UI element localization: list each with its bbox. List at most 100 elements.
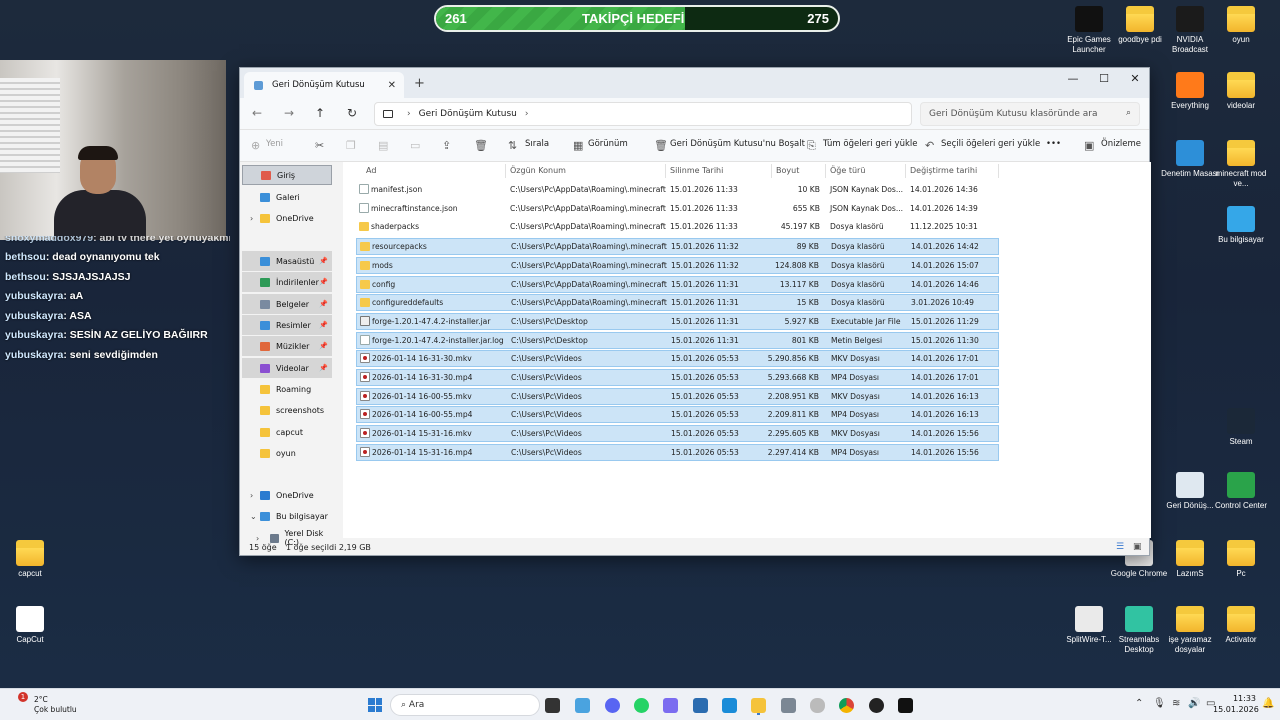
- column-divider[interactable]: [505, 164, 506, 178]
- paste-icon[interactable]: ▤: [378, 139, 388, 152]
- file-row[interactable]: forge-1.20.1-47.4.2-installer.jar C:\User…: [356, 312, 999, 330]
- chevron-down-icon[interactable]: ⌄: [250, 512, 257, 521]
- pin-icon[interactable]: 📌: [319, 364, 328, 372]
- file-row[interactable]: 2026-01-14 16-00-55.mkv C:\Users\Pc\Video…: [356, 387, 999, 405]
- tiles-view-icon[interactable]: ▣: [1133, 542, 1142, 552]
- desktop-icon-oyun[interactable]: oyun: [1211, 6, 1271, 45]
- desktop-icon-steam[interactable]: Steam: [1211, 408, 1271, 447]
- sidebar-item-müzikler[interactable]: Müzikler 📌: [242, 336, 332, 356]
- calculator-icon[interactable]: [781, 698, 796, 713]
- obs-icon[interactable]: [869, 698, 884, 713]
- close-tab-icon[interactable]: ✕: [388, 80, 396, 91]
- sidebar-item-capcut[interactable]: capcut: [242, 422, 332, 442]
- desktop-icon-bu-bilgisayar[interactable]: Bu bilgisayar: [1211, 206, 1271, 245]
- copilot-icon[interactable]: [663, 698, 678, 713]
- file-row[interactable]: configureddefaults C:\Users\Pc\AppData\Ro…: [356, 294, 999, 312]
- column-divider[interactable]: [998, 164, 999, 178]
- sidebar-item-i-ndirilenler[interactable]: İndirilenler 📌: [242, 272, 332, 292]
- sidebar-item-belgeler[interactable]: Belgeler 📌: [242, 294, 332, 314]
- details-view-icon[interactable]: ☰: [1116, 542, 1124, 552]
- mouse-app-icon[interactable]: [810, 698, 825, 713]
- empty-bin-button[interactable]: Geri Dönüşüm Kutusu'nu Boşalt: [670, 139, 805, 149]
- forward-arrow-icon[interactable]: →: [284, 106, 294, 120]
- preview-button[interactable]: Önizleme: [1101, 139, 1141, 149]
- column-divider[interactable]: [771, 164, 772, 178]
- sidebar-item-onedrive[interactable]: › OneDrive: [242, 485, 332, 505]
- sidebar-item-giriş[interactable]: Giriş: [242, 165, 332, 185]
- mail-icon[interactable]: [722, 698, 737, 713]
- new-tab-button[interactable]: +: [414, 76, 425, 91]
- sidebar-item-oyun[interactable]: oyun: [242, 443, 332, 463]
- copy-icon[interactable]: ❐: [346, 139, 356, 152]
- cut-icon[interactable]: ✂: [315, 139, 324, 152]
- column-header[interactable]: Ad: [366, 166, 376, 175]
- refresh-icon[interactable]: ↻: [347, 106, 357, 120]
- pin-icon[interactable]: 📌: [319, 300, 328, 308]
- capcut-icon[interactable]: [898, 698, 913, 713]
- widgets-icon[interactable]: [575, 698, 590, 713]
- desktop-icon-videolar[interactable]: videolar: [1211, 72, 1271, 111]
- delete-icon[interactable]: 🗑: [474, 139, 488, 152]
- sidebar-item-screenshots[interactable]: screenshots: [242, 400, 332, 420]
- whatsapp-icon[interactable]: [634, 698, 649, 713]
- restore-selected-button[interactable]: Seçili öğeleri geri yükle: [941, 139, 1040, 149]
- share-icon[interactable]: ⇪: [442, 139, 451, 152]
- wifi-icon[interactable]: ≋: [1172, 698, 1180, 709]
- tab-recycle-bin[interactable]: Geri Dönüşüm Kutusu ✕: [244, 72, 404, 98]
- clock-time[interactable]: 11:33: [1220, 694, 1256, 703]
- chrome-icon[interactable]: [839, 698, 854, 713]
- file-explorer-icon[interactable]: [751, 698, 766, 713]
- sidebar-item-videolar[interactable]: Videolar 📌: [242, 358, 332, 378]
- sidebar-item-resimler[interactable]: Resimler 📌: [242, 315, 332, 335]
- file-row[interactable]: 2026-01-14 16-31-30.mkv C:\Users\Pc\Video…: [356, 350, 999, 368]
- volume-icon[interactable]: 🔊: [1188, 698, 1200, 709]
- desktop-icon-pc[interactable]: Pc: [1211, 540, 1271, 579]
- column-header[interactable]: Boyut: [776, 166, 799, 175]
- notifications-icon[interactable]: 🔔: [1262, 698, 1274, 709]
- column-header[interactable]: Özgün Konum: [510, 166, 566, 175]
- rename-icon[interactable]: ▭: [410, 139, 420, 152]
- chevron-right-icon[interactable]: ›: [250, 214, 253, 223]
- tray-overflow-icon[interactable]: ⌃: [1135, 698, 1143, 709]
- desktop-icon-activator[interactable]: Activator: [1211, 606, 1271, 645]
- microphone-icon[interactable]: 🎙: [1153, 698, 1166, 709]
- up-arrow-icon[interactable]: ↑: [315, 106, 325, 120]
- file-row[interactable]: 2026-01-14 15-31-16.mkv C:\Users\Pc\Video…: [356, 425, 999, 443]
- discord-icon[interactable]: [605, 698, 620, 713]
- column-header[interactable]: Silinme Tarihi: [670, 166, 723, 175]
- weather-temp[interactable]: 2°C: [34, 695, 48, 704]
- column-header[interactable]: Öğe türü: [830, 166, 865, 175]
- desktop-icon-control-center[interactable]: Control Center: [1211, 472, 1271, 511]
- back-arrow-icon[interactable]: ←: [252, 106, 262, 120]
- search-input[interactable]: Geri Dönüşüm Kutusu klasöründe ara ⌕: [920, 102, 1140, 126]
- desktop-icon-minecraft-mod-ve-[interactable]: minecraft mod ve...: [1211, 140, 1271, 189]
- restore-all-button[interactable]: Tüm öğeleri geri yükle: [823, 139, 917, 149]
- file-row[interactable]: resourcepacks C:\Users\Pc\AppData\Roaming…: [356, 238, 999, 256]
- taskbar-search[interactable]: ⌕ Ara: [390, 694, 540, 716]
- sidebar-item-bu-bilgisayar[interactable]: ⌄ Bu bilgisayar: [242, 506, 332, 526]
- sort-button[interactable]: Sırala: [525, 139, 549, 149]
- sidebar-item-masaüstü[interactable]: Masaüstü 📌: [242, 251, 332, 271]
- view-button[interactable]: Görünüm: [588, 139, 628, 149]
- desktop-icon-capcut[interactable]: capcut: [0, 540, 60, 579]
- weather-desc[interactable]: Çok bulutlu: [34, 705, 77, 714]
- file-row[interactable]: config C:\Users\Pc\AppData\Roaming\.minec…: [356, 275, 999, 293]
- file-row[interactable]: minecraftinstance.json C:\Users\Pc\AppDat…: [356, 201, 999, 218]
- file-row[interactable]: mods C:\Users\Pc\AppData\Roaming\.minecra…: [356, 256, 999, 274]
- sidebar-item-galeri[interactable]: Galeri: [242, 187, 332, 207]
- store-icon[interactable]: [693, 698, 708, 713]
- file-row[interactable]: 2026-01-14 16-00-55.mp4 C:\Users\Pc\Video…: [356, 406, 999, 424]
- column-divider[interactable]: [665, 164, 666, 178]
- task-view-icon[interactable]: [545, 698, 560, 713]
- maximize-button[interactable]: ☐: [1089, 72, 1119, 85]
- file-row[interactable]: 2026-01-14 16-31-30.mp4 C:\Users\Pc\Video…: [356, 369, 999, 386]
- close-window-button[interactable]: ✕: [1120, 72, 1150, 85]
- pin-icon[interactable]: 📌: [319, 278, 328, 286]
- new-button[interactable]: Yeni: [266, 139, 283, 149]
- chevron-right-icon[interactable]: ›: [250, 491, 253, 500]
- minimize-button[interactable]: —: [1058, 72, 1088, 85]
- desktop-icon-capcut[interactable]: CapCut: [0, 606, 60, 645]
- address-bar[interactable]: › Geri Dönüşüm Kutusu ›: [374, 102, 912, 126]
- column-header[interactable]: Değiştirme tarihi: [910, 166, 977, 175]
- pin-icon[interactable]: 📌: [319, 342, 328, 350]
